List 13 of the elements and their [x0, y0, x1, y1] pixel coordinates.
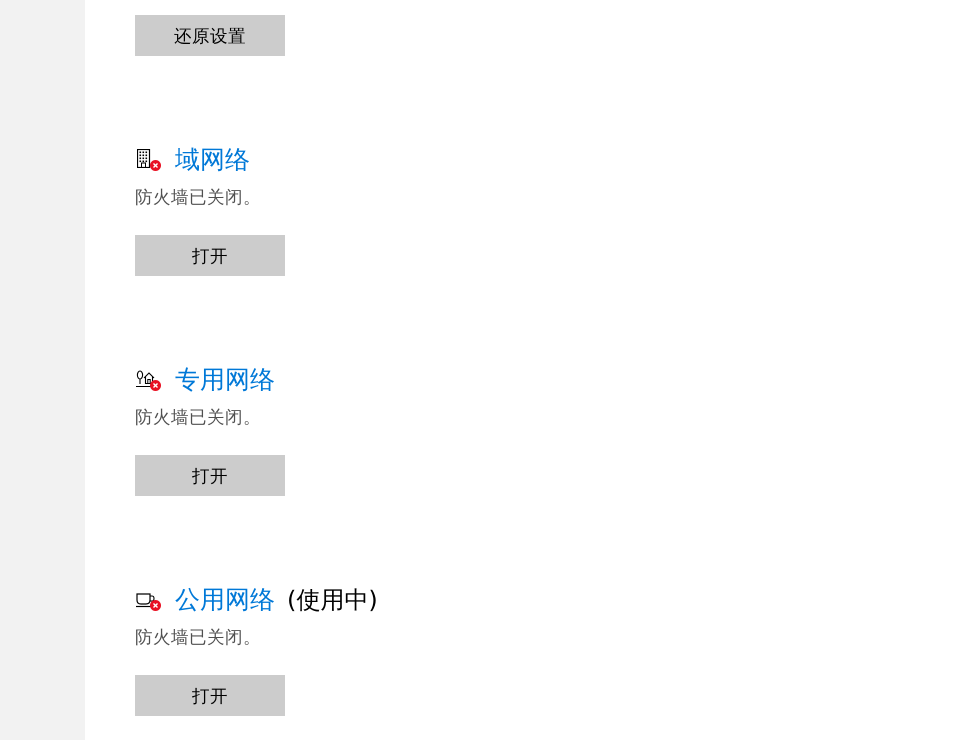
in-use-label: (使用中) [287, 585, 378, 616]
firewall-status-text: 防火墙已关闭。 [135, 407, 261, 430]
network-link[interactable]: 域网络 [175, 144, 250, 176]
network-link[interactable]: 公用网络 [175, 584, 275, 616]
firewall-status-text: 防火墙已关闭。 [135, 187, 261, 210]
firewall-status-text: 防火墙已关闭。 [135, 627, 261, 650]
restore-defaults-button[interactable]: 还原设置 [135, 15, 285, 56]
turn-on-button[interactable]: 打开 [135, 455, 285, 496]
turn-on-button[interactable]: 打开 [135, 675, 285, 716]
cup-icon [136, 592, 156, 608]
network-link[interactable]: 专用网络 [175, 364, 275, 396]
turn-on-button[interactable]: 打开 [135, 235, 285, 276]
building-icon [137, 149, 152, 168]
